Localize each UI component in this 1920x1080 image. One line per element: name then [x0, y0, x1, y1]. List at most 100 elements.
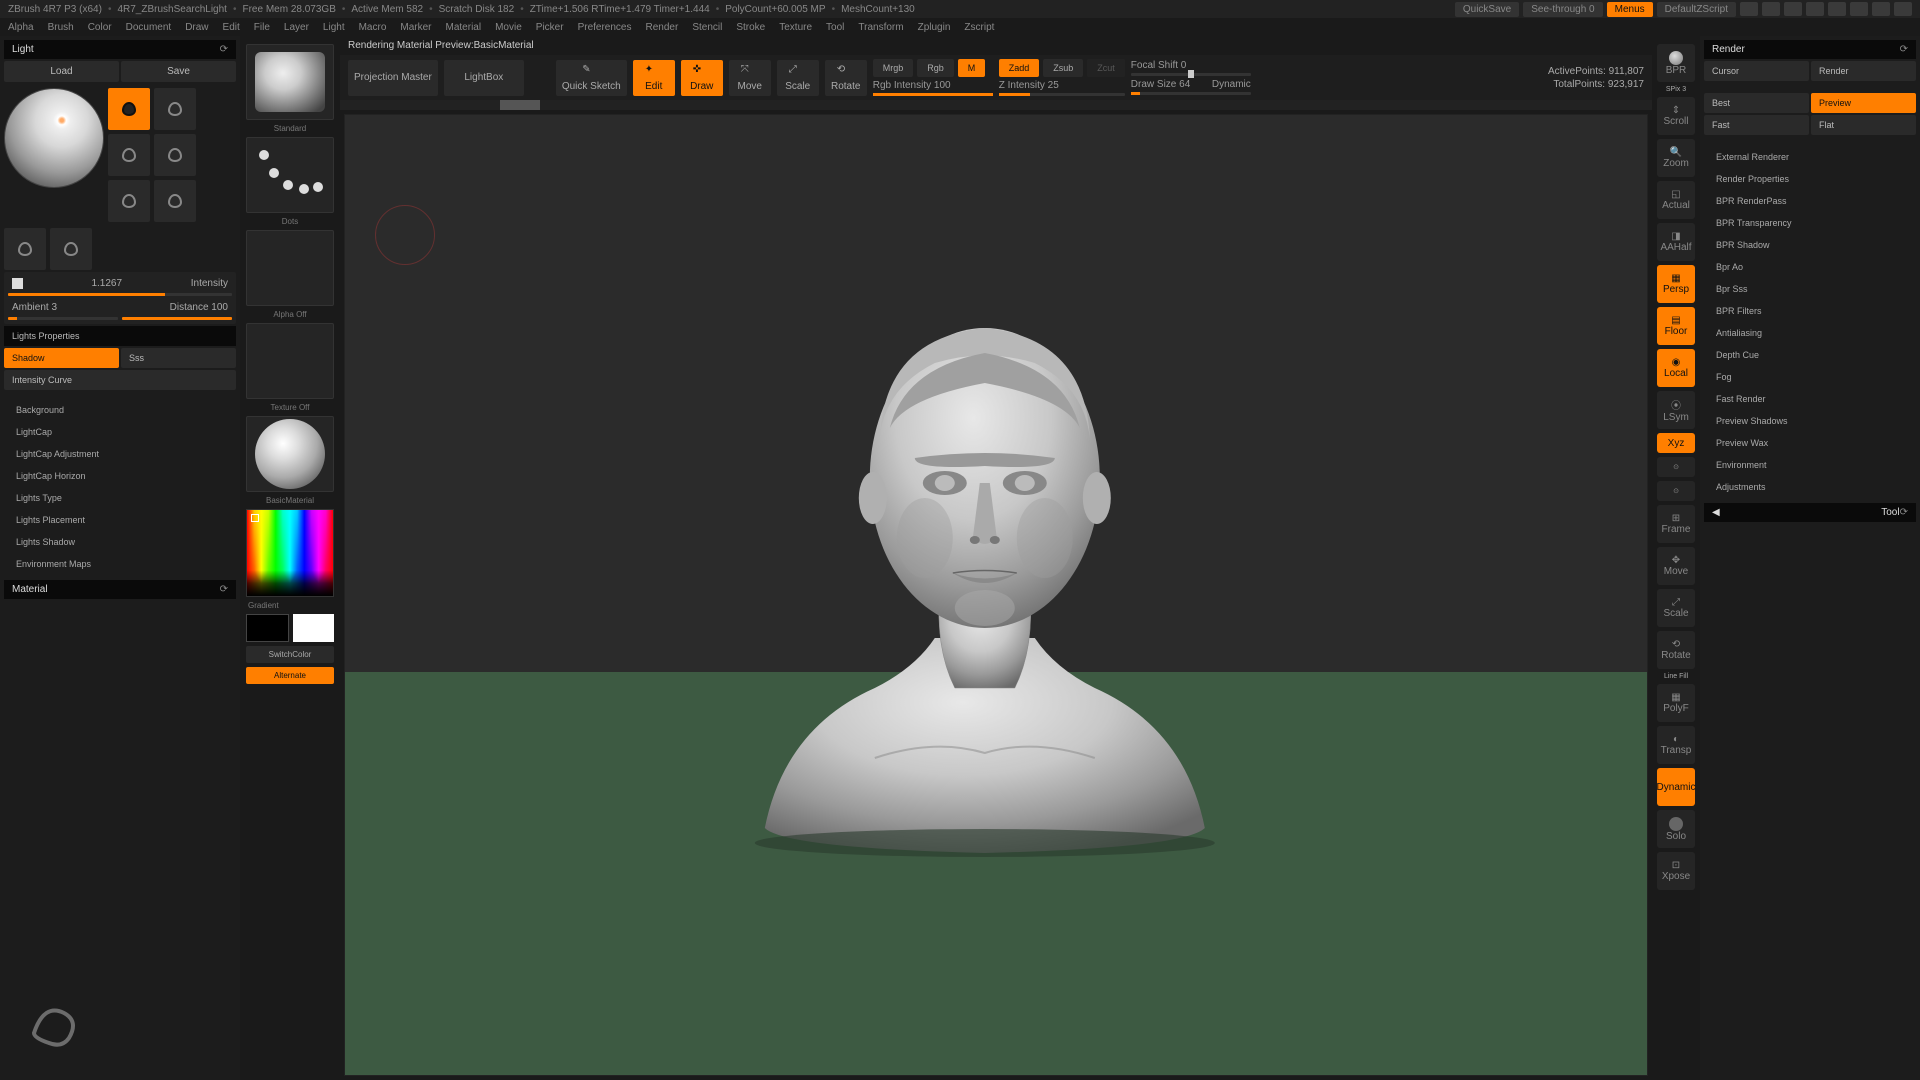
secondary-color-swatch[interactable]: [246, 614, 289, 642]
texture-thumbnail[interactable]: [246, 323, 334, 399]
section-bpr-shadow[interactable]: BPR Shadow: [1704, 235, 1916, 255]
menu-item[interactable]: Zplugin: [918, 22, 951, 33]
actual-button[interactable]: ◱Actual: [1657, 181, 1695, 219]
section-lights-placement[interactable]: Lights Placement: [4, 510, 236, 530]
menu-item[interactable]: Alpha: [8, 22, 34, 33]
menu-item[interactable]: Light: [323, 22, 345, 33]
move-view-button[interactable]: ✥Move: [1657, 547, 1695, 585]
switchcolor-button[interactable]: SwitchColor: [246, 646, 334, 663]
save-button[interactable]: Save: [121, 61, 236, 82]
menu-item[interactable]: Render: [646, 22, 679, 33]
menu-item[interactable]: Stencil: [692, 22, 722, 33]
flat-render-button[interactable]: Flat: [1811, 115, 1916, 135]
sss-toggle[interactable]: Sss: [121, 348, 236, 368]
menu-item[interactable]: Color: [88, 22, 112, 33]
window-icon[interactable]: [1828, 2, 1846, 16]
menu-item[interactable]: Texture: [779, 22, 812, 33]
section-adjustments[interactable]: Adjustments: [1704, 477, 1916, 497]
aahalf-button[interactable]: ◨AAHalf: [1657, 223, 1695, 261]
frame-button[interactable]: ⊞Frame: [1657, 505, 1695, 543]
cam-y-button[interactable]: ⊙: [1657, 457, 1695, 477]
fast-render-button[interactable]: Fast: [1704, 115, 1809, 135]
xyz-button[interactable]: Xyz: [1657, 433, 1695, 453]
light-8-toggle[interactable]: [50, 228, 92, 270]
light-direction-sphere[interactable]: [4, 88, 104, 188]
focal-shift-slider[interactable]: Focal Shift 0: [1131, 60, 1251, 76]
zsub-button[interactable]: Zsub: [1043, 59, 1083, 77]
light-1-toggle[interactable]: [108, 88, 150, 130]
rotate-view-button[interactable]: ⟲Rotate: [1657, 631, 1695, 669]
light-panel-header[interactable]: Light ⟳: [4, 40, 236, 59]
section-lights-shadow[interactable]: Lights Shadow: [4, 532, 236, 552]
dynamic-button[interactable]: Dynamic: [1657, 768, 1695, 806]
lsym-button[interactable]: ⦿LSym: [1657, 391, 1695, 429]
section-fog[interactable]: Fog: [1704, 367, 1916, 387]
section-lights-type[interactable]: Lights Type: [4, 488, 236, 508]
menu-item[interactable]: Macro: [359, 22, 387, 33]
window-icon[interactable]: [1806, 2, 1824, 16]
render-panel-header[interactable]: Render ⟳: [1704, 40, 1916, 59]
section-external-renderer[interactable]: External Renderer: [1704, 147, 1916, 167]
move-mode-button[interactable]: ⤧Move: [729, 60, 771, 96]
section-preview-shadows[interactable]: Preview Shadows: [1704, 411, 1916, 431]
section-bpr-sss[interactable]: Bpr Sss: [1704, 279, 1916, 299]
menu-item[interactable]: Draw: [185, 22, 208, 33]
menu-item[interactable]: File: [254, 22, 270, 33]
light-2-toggle[interactable]: [154, 88, 196, 130]
canvas-viewport[interactable]: [344, 114, 1648, 1076]
intensity-slider[interactable]: [8, 293, 232, 296]
brush-thumbnail[interactable]: [246, 44, 334, 120]
stroke-thumbnail[interactable]: [246, 137, 334, 213]
maximize-icon[interactable]: [1872, 2, 1890, 16]
seethrough-slider[interactable]: See-through 0: [1523, 2, 1602, 17]
render-button[interactable]: Render: [1811, 61, 1916, 81]
default-zscript[interactable]: DefaultZScript: [1657, 2, 1736, 17]
primary-color-swatch[interactable]: [293, 614, 334, 642]
scroll-button[interactable]: ⇕Scroll: [1657, 97, 1695, 135]
solo-button[interactable]: Solo: [1657, 810, 1695, 848]
menu-item[interactable]: Layer: [284, 22, 309, 33]
alpha-thumbnail[interactable]: [246, 230, 334, 306]
section-preview-wax[interactable]: Preview Wax: [1704, 433, 1916, 453]
zcut-button[interactable]: Zcut: [1087, 59, 1125, 77]
section-lightcap[interactable]: LightCap: [4, 422, 236, 442]
menus-button[interactable]: Menus: [1607, 2, 1653, 17]
light-color-swatch[interactable]: [12, 278, 23, 289]
section-environment-maps[interactable]: Environment Maps: [4, 554, 236, 574]
menu-item[interactable]: Transform: [858, 22, 903, 33]
close-icon[interactable]: [1894, 2, 1912, 16]
mrgb-button[interactable]: Mrgb: [873, 59, 914, 77]
light-5-toggle[interactable]: [108, 180, 150, 222]
m-button[interactable]: M: [958, 59, 986, 77]
menu-item[interactable]: Material: [446, 22, 482, 33]
preview-render-button[interactable]: Preview: [1811, 93, 1916, 113]
section-bpr-ao[interactable]: Bpr Ao: [1704, 257, 1916, 277]
intensity-curve-button[interactable]: Intensity Curve: [4, 370, 236, 390]
menu-item[interactable]: Brush: [48, 22, 74, 33]
sculpt-model[interactable]: [705, 288, 1265, 868]
scale-mode-button[interactable]: ⤢Scale: [777, 60, 819, 96]
reload-icon[interactable]: ⟳: [1900, 507, 1908, 518]
menu-item[interactable]: Document: [126, 22, 172, 33]
section-antialiasing[interactable]: Antialiasing: [1704, 323, 1916, 343]
section-bpr-filters[interactable]: BPR Filters: [1704, 301, 1916, 321]
section-fast-render[interactable]: Fast Render: [1704, 389, 1916, 409]
section-environment[interactable]: Environment: [1704, 455, 1916, 475]
zoom-button[interactable]: 🔍Zoom: [1657, 139, 1695, 177]
draw-mode-button[interactable]: ✜Draw: [681, 60, 723, 96]
menu-item[interactable]: Stroke: [736, 22, 765, 33]
section-background[interactable]: Background: [4, 400, 236, 420]
cam-z-button[interactable]: ⊙: [1657, 481, 1695, 501]
window-icon[interactable]: [1784, 2, 1802, 16]
menu-item[interactable]: Edit: [223, 22, 240, 33]
shelf-scrollbar[interactable]: [340, 100, 1652, 110]
distance-slider[interactable]: [122, 317, 232, 320]
alternate-button[interactable]: Alternate: [246, 667, 334, 684]
cursor-button[interactable]: Cursor: [1704, 61, 1809, 81]
section-bpr-renderpass[interactable]: BPR RenderPass: [1704, 191, 1916, 211]
color-picker[interactable]: [246, 509, 334, 597]
section-bpr-transparency[interactable]: BPR Transparency: [1704, 213, 1916, 233]
shadow-toggle[interactable]: Shadow: [4, 348, 119, 368]
section-lightcap-horizon[interactable]: LightCap Horizon: [4, 466, 236, 486]
reload-icon[interactable]: ⟳: [220, 44, 228, 55]
